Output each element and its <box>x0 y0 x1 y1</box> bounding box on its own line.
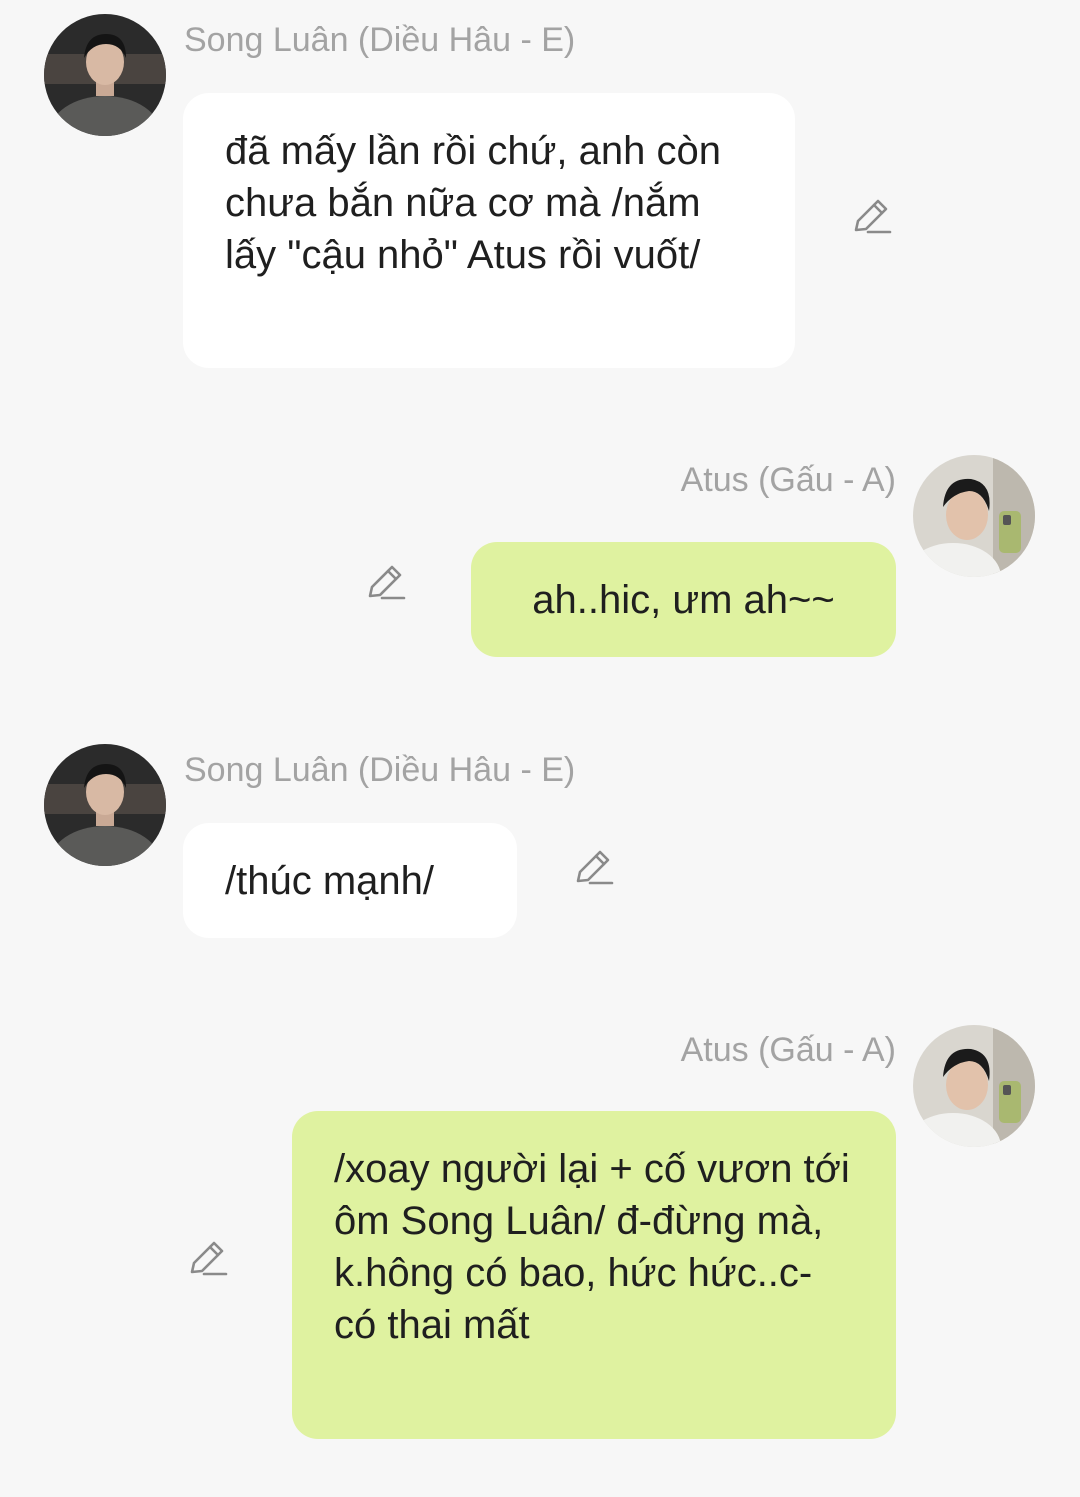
sender-name: Atus (Gấu - A) <box>680 461 896 499</box>
song-luan-avatar[interactable] <box>44 14 166 136</box>
pencil-edit-icon[interactable] <box>572 845 616 889</box>
message-bubble[interactable]: đã mấy lần rồi chứ, anh còn chưa bắn nữa… <box>183 93 795 368</box>
song-luan-avatar[interactable] <box>44 744 166 866</box>
atus-avatar[interactable] <box>913 455 1035 577</box>
sender-name: Song Luân (Diều Hâu - E) <box>184 21 576 59</box>
pencil-edit-icon[interactable] <box>186 1236 230 1280</box>
message-bubble[interactable]: ah..hic, ưm ah~~ <box>471 542 896 657</box>
pencil-edit-icon[interactable] <box>364 560 408 604</box>
message-bubble[interactable]: /thúc mạnh/ <box>183 823 517 938</box>
atus-avatar[interactable] <box>913 1025 1035 1147</box>
message-bubble[interactable]: /xoay người lại + cố vươn tới ôm Song Lu… <box>292 1111 896 1439</box>
sender-name: Song Luân (Diều Hâu - E) <box>184 751 576 789</box>
sender-name: Atus (Gấu - A) <box>680 1031 896 1069</box>
pencil-edit-icon[interactable] <box>850 194 894 238</box>
